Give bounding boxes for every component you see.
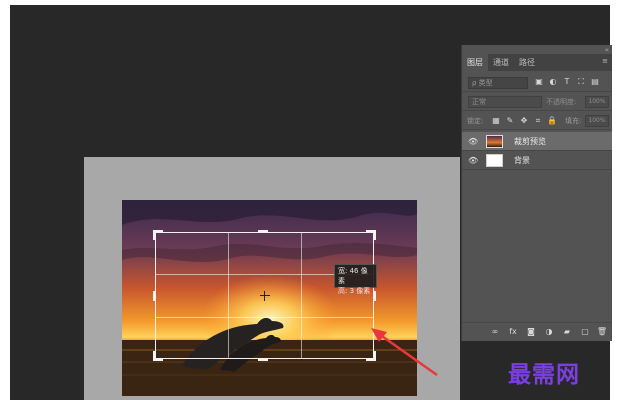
crop-center-icon bbox=[260, 291, 270, 301]
blend-mode-select[interactable]: 正常 bbox=[468, 96, 542, 108]
opacity-input[interactable]: 100% bbox=[585, 96, 609, 108]
red-arrow-annotation bbox=[371, 328, 438, 377]
layer-row-crop-preview[interactable]: 👁 裁剪预览 bbox=[462, 132, 612, 151]
crop-handle-bottom[interactable] bbox=[258, 358, 268, 361]
panel-bottom-toolbar: ∞ fx ◙ ◑ ▰ ▢ 🗑 bbox=[462, 322, 612, 341]
lock-transparent-icon[interactable]: ▦ bbox=[491, 115, 501, 127]
trash-icon[interactable]: 🗑 bbox=[596, 326, 608, 338]
eye-icon[interactable]: 👁 bbox=[468, 156, 478, 165]
lock-brush-icon[interactable]: ✎ bbox=[505, 115, 515, 127]
opacity-label: 不透明度: bbox=[546, 98, 577, 106]
mask-icon[interactable]: ◙ bbox=[525, 326, 537, 338]
layer-name: 裁剪预览 bbox=[514, 137, 546, 146]
layer-row-background[interactable]: 👁 背景 bbox=[462, 151, 612, 170]
tab-paths[interactable]: 路径 bbox=[514, 54, 540, 71]
eye-icon[interactable]: 👁 bbox=[468, 137, 478, 146]
image-filter-icon[interactable]: ▣ bbox=[534, 77, 544, 87]
layer-name: 背景 bbox=[514, 156, 530, 165]
lock-label: 锁定: bbox=[467, 117, 484, 125]
fx-icon[interactable]: fx bbox=[507, 326, 519, 338]
adjustment-filter-icon[interactable]: ◐ bbox=[548, 77, 558, 87]
tab-layers[interactable]: 图层 bbox=[462, 54, 488, 71]
layer-thumbnail bbox=[486, 154, 503, 167]
tooltip-width: 宽: 46 像素 bbox=[338, 267, 368, 285]
crop-size-tooltip: 宽: 46 像素 高: 3 像素 bbox=[334, 264, 377, 295]
lock-row: 锁定: ▦ ✎ ✥ ⌗ 🔒 填充: 100% bbox=[462, 112, 612, 130]
group-folder-icon[interactable]: ▰ bbox=[561, 326, 573, 338]
type-filter-icon[interactable]: T bbox=[562, 77, 572, 87]
adjustment-layer-icon[interactable]: ◑ bbox=[543, 326, 555, 338]
crop-handle-top-left[interactable] bbox=[153, 230, 156, 240]
collapse-icon[interactable]: « bbox=[605, 46, 609, 54]
crop-grid-line bbox=[228, 233, 229, 358]
blend-row: 正常 不透明度: 100% bbox=[462, 93, 612, 111]
smart-object-filter-icon[interactable]: ▤ bbox=[590, 77, 600, 87]
crop-handle-top-right[interactable] bbox=[373, 230, 376, 240]
shape-filter-icon[interactable]: ⛶ bbox=[576, 77, 586, 87]
crop-handle-left[interactable] bbox=[153, 291, 156, 301]
crop-grid-line bbox=[156, 317, 373, 318]
crop-handle-bottom-left[interactable] bbox=[153, 351, 156, 361]
lock-move-icon[interactable]: ✥ bbox=[519, 115, 529, 127]
layers-panel: « 图层 通道 路径 ≡ ρ 类型 ▣ ◐ T ⛶ ▤ 正常 不透明度: 100… bbox=[461, 45, 612, 341]
watermark-logo: 最需网 bbox=[508, 362, 580, 388]
fill-input[interactable]: 100% bbox=[585, 115, 609, 127]
lock-all-icon[interactable]: 🔒 bbox=[547, 115, 557, 127]
crop-handle-right[interactable] bbox=[373, 291, 376, 301]
layer-thumbnail bbox=[486, 135, 503, 148]
panel-menu-icon[interactable]: ≡ bbox=[602, 57, 608, 65]
layer-kind-filter[interactable]: ρ 类型 bbox=[468, 77, 528, 89]
new-layer-icon[interactable]: ▢ bbox=[579, 326, 591, 338]
panel-tabs: 图层 通道 路径 bbox=[462, 54, 612, 71]
crop-grid-line bbox=[301, 233, 302, 358]
tab-channels[interactable]: 通道 bbox=[488, 54, 514, 71]
lock-artboard-icon[interactable]: ⌗ bbox=[533, 115, 543, 127]
link-layers-icon[interactable]: ∞ bbox=[489, 326, 501, 338]
tooltip-height: 高: 3 像素 bbox=[338, 287, 371, 295]
crop-handle-top[interactable] bbox=[258, 230, 268, 233]
layer-filter-row: ρ 类型 ▣ ◐ T ⛶ ▤ bbox=[462, 74, 612, 92]
fill-label: 填充: bbox=[565, 117, 582, 125]
